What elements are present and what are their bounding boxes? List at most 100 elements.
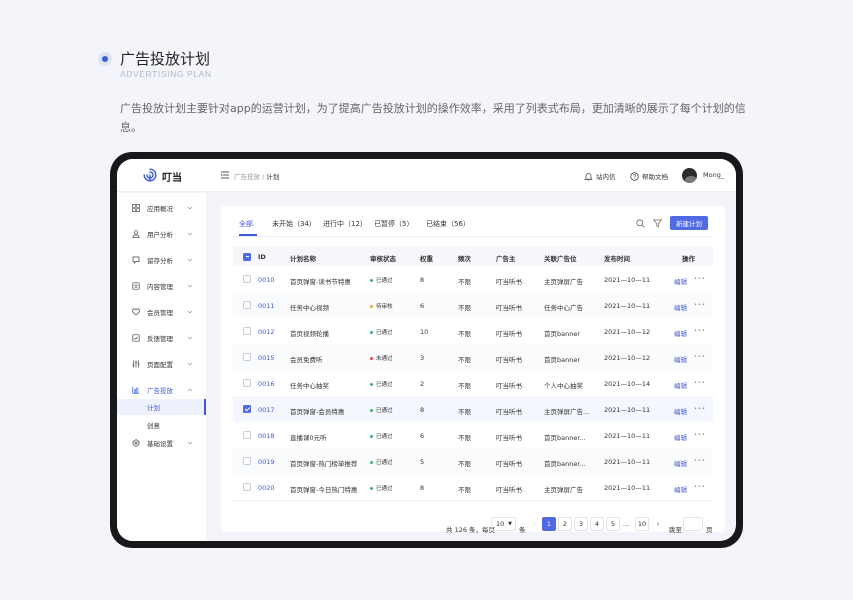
col-header-status: 审核状态 — [370, 255, 396, 263]
row-checkbox[interactable] — [243, 483, 251, 491]
table-row[interactable]: 0011 任务中心视频 待审核 6 不限 叮当听书 任务中心广告 2021—10—11 编辑 ••… — [233, 292, 713, 318]
page-button[interactable]: 1 — [542, 517, 556, 531]
edit-link[interactable]: 编辑 — [674, 276, 687, 286]
cell-id[interactable]: 0010 — [258, 276, 275, 284]
cell-ad-slot: 主页弹屏广告 — [544, 486, 583, 494]
feedback-icon — [132, 334, 140, 342]
edit-link[interactable]: 编辑 — [674, 458, 687, 468]
cell-id[interactable]: 0018 — [258, 432, 275, 440]
table-row[interactable]: 0020 首页弹窗-今日热门特惠 已通过 8 不限 叮当听书 主页弹屏广告 2021—10—1… — [233, 474, 713, 500]
table-row[interactable]: 0018 直播课0元听 已通过 6 不限 叮当听书 首页banner... 2021—10—1… — [233, 422, 713, 448]
row-checkbox[interactable] — [243, 301, 251, 309]
more-actions-icon[interactable]: ••• — [694, 302, 706, 308]
cell-advertiser: 叮当听书 — [496, 278, 522, 286]
prev-page-icon[interactable]: ‹ — [527, 517, 541, 531]
sidebar-item-label: 反馈管理 — [147, 335, 173, 343]
select-all-checkbox[interactable] — [243, 252, 251, 261]
next-page-icon[interactable]: › — [651, 517, 665, 531]
sidebar-item-page-config[interactable]: 页面配置 — [117, 357, 206, 371]
page-button[interactable]: 3 — [574, 517, 588, 531]
avatar[interactable] — [682, 168, 697, 183]
sidebar-item-feedback[interactable]: 反馈管理 — [117, 331, 206, 345]
cell-status: 已通过 — [370, 380, 393, 388]
help-button[interactable]: 帮助文档 — [630, 171, 668, 181]
sidebar-item-settings[interactable]: 基础设置 — [117, 436, 206, 450]
cell-id[interactable]: 0017 — [258, 406, 275, 414]
user-name[interactable]: Mong_ — [703, 171, 724, 179]
page-button[interactable]: 4 — [590, 517, 604, 531]
row-checkbox[interactable] — [243, 405, 251, 413]
breadcrumb-item[interactable]: 广告投放 — [234, 173, 260, 181]
page-button[interactable]: 5 — [606, 517, 620, 531]
status-dot-icon — [370, 382, 373, 386]
row-checkbox[interactable] — [243, 379, 251, 387]
notifications-button[interactable]: 站内信 — [584, 171, 616, 181]
table-row[interactable]: 0017 首页弹窗-会员特惠 已通过 8 不限 叮当听书 主页弹屏广告... 2021—10—… — [233, 396, 713, 422]
top-bar: 叮当 广告投放 / 计划 站内信 帮助文档 Mong_ — [117, 159, 736, 192]
sidebar-item-ad-delivery[interactable]: 广告投放 — [117, 383, 206, 397]
cell-id[interactable]: 0019 — [258, 458, 275, 466]
sidebar-subitem-creative[interactable]: 创意 — [117, 417, 206, 433]
edit-link[interactable]: 编辑 — [674, 354, 687, 364]
row-checkbox[interactable] — [243, 327, 251, 335]
sidebar-item-content[interactable]: 内容管理 — [117, 279, 206, 293]
cell-advertiser: 叮当听书 — [496, 304, 522, 312]
cell-id[interactable]: 0011 — [258, 302, 275, 310]
edit-link[interactable]: 编辑 — [674, 380, 687, 390]
cell-ad-slot: 首页banner... — [544, 460, 586, 468]
jump-page-input[interactable] — [683, 517, 703, 531]
more-actions-icon[interactable]: ••• — [694, 458, 706, 464]
new-plan-button[interactable]: 新建计划 — [670, 216, 708, 230]
sidebar-item-overview[interactable]: 应用概况 — [117, 201, 206, 215]
filter-icon[interactable] — [653, 219, 662, 228]
more-actions-icon[interactable]: ••• — [694, 380, 706, 386]
table-row[interactable]: 0016 任务中心抽奖 已通过 2 不限 叮当听书 个人中心抽奖 2021—10—14 编辑 ••… — [233, 370, 713, 396]
more-actions-icon[interactable]: ••• — [694, 432, 706, 438]
more-actions-icon[interactable]: ••• — [694, 354, 706, 360]
tabs-divider — [233, 236, 713, 237]
sidebar-item-retention[interactable]: 留存分析 — [117, 253, 206, 267]
pagination-unit: 条 — [519, 526, 526, 534]
tab-not-started[interactable]: 未开始（34） — [272, 219, 316, 229]
table-row[interactable]: 0012 首页视频轮播 已通过 10 不限 叮当听书 首页banner 2021—10—12 编… — [233, 318, 713, 344]
sidebar-subitem-label: 创意 — [147, 422, 160, 430]
edit-link[interactable]: 编辑 — [674, 328, 687, 338]
more-actions-icon[interactable]: ••• — [694, 406, 706, 412]
table-row[interactable]: 0019 首页弹窗-热门榜单推荐 已通过 5 不限 叮当听书 首页banner... 2021… — [233, 448, 713, 474]
edit-link[interactable]: 编辑 — [674, 406, 687, 416]
menu-fold-icon[interactable] — [221, 171, 229, 179]
edit-link[interactable]: 编辑 — [674, 302, 687, 312]
row-checkbox[interactable] — [243, 431, 251, 439]
cell-frequency: 不限 — [458, 330, 471, 338]
more-actions-icon[interactable]: ••• — [694, 484, 706, 490]
tab-ended[interactable]: 已结束（56） — [426, 219, 470, 229]
page-button[interactable]: 2 — [558, 517, 572, 531]
sidebar-item-member[interactable]: 会员管理 — [117, 305, 206, 319]
cell-id[interactable]: 0020 — [258, 484, 275, 492]
chevron-down-icon — [187, 258, 193, 262]
cell-publish-date: 2021—10—12 — [604, 354, 651, 362]
row-checkbox[interactable] — [243, 275, 251, 283]
row-checkbox[interactable] — [243, 353, 251, 361]
tab-all[interactable]: 全部 — [239, 219, 253, 229]
more-actions-icon[interactable]: ••• — [694, 328, 706, 334]
search-icon[interactable] — [636, 219, 645, 228]
edit-link[interactable]: 编辑 — [674, 432, 687, 442]
edit-link[interactable]: 编辑 — [674, 484, 687, 494]
cell-status: 已通过 — [370, 458, 393, 466]
table-row[interactable]: 0010 首页弹窗-读书节特惠 已通过 8 不限 叮当听书 主页弹屏广告 2021—10—11… — [233, 266, 713, 292]
sidebar-item-user-analysis[interactable]: 用户分析 — [117, 227, 206, 241]
cell-plan-name: 任务中心视频 — [290, 304, 329, 312]
sidebar-subitem-plan[interactable]: 计划 — [117, 399, 206, 415]
page-button[interactable]: 10 — [635, 517, 649, 531]
cell-frequency: 不限 — [458, 434, 471, 442]
table-row[interactable]: 0015 会员免费听 未通过 3 不限 叮当听书 首页banner 2021—10—12 编辑 •… — [233, 344, 713, 370]
row-checkbox[interactable] — [243, 457, 251, 465]
cell-id[interactable]: 0015 — [258, 354, 275, 362]
tab-paused[interactable]: 已暂停（5） — [374, 219, 413, 229]
more-actions-icon[interactable]: ••• — [694, 276, 706, 282]
tab-in-progress[interactable]: 进行中（12） — [323, 219, 367, 229]
page-size-select[interactable]: 10 ▼ — [491, 517, 516, 531]
cell-id[interactable]: 0016 — [258, 380, 275, 388]
cell-id[interactable]: 0012 — [258, 328, 275, 336]
